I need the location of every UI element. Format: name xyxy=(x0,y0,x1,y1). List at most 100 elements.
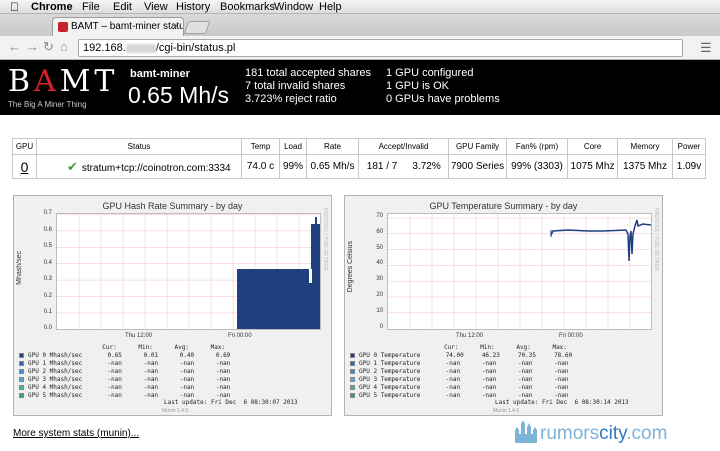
y-tick: 40 xyxy=(376,260,383,266)
wrench-menu-icon[interactable]: ☰ xyxy=(700,40,712,56)
cell-temp: 74.0 c xyxy=(241,154,280,179)
legend-swatch xyxy=(19,369,24,374)
more-system-stats-link[interactable]: More system stats (munin)... xyxy=(13,428,139,439)
legend-swatch xyxy=(350,393,355,398)
bamt-favicon-icon xyxy=(58,22,68,32)
x-tick: Fri 00:00 xyxy=(228,333,252,339)
x-tick: Thu 12:00 xyxy=(456,333,484,339)
cell-power: 1.09v xyxy=(672,154,706,179)
apple-icon[interactable]:  xyxy=(10,0,19,14)
x-tick: Fri 00:00 xyxy=(559,333,583,339)
url-redacted xyxy=(125,43,156,53)
hostname: bamt-miner xyxy=(130,68,190,80)
hashrate-plot-svg xyxy=(57,214,320,329)
y-tick: 0.2 xyxy=(43,293,52,299)
col-accept: Accept/Invalid xyxy=(358,138,449,155)
menu-history[interactable]: History xyxy=(176,0,210,14)
menu-help[interactable]: Help xyxy=(319,0,342,14)
tab-title: BAMT – bamt-miner status xyxy=(71,21,184,32)
address-bar[interactable]: 192.168. /cgi-bin/status.pl xyxy=(78,39,683,57)
pool-url: stratum+tcp://coinotron.com:3334 xyxy=(81,162,231,174)
y-tick: 60 xyxy=(376,229,383,235)
temperature-graph[interactable]: GPU Temperature Summary - by day RRDTOOL… xyxy=(344,195,663,416)
col-memory: Memory xyxy=(617,138,673,155)
cell-accept: 181 / 7 xyxy=(358,154,406,179)
col-power: Power xyxy=(672,138,706,155)
y-tick: 0.6 xyxy=(43,227,52,233)
rrdtool-credit: RRDTOOL / TOBI OETIKER xyxy=(653,208,659,272)
browser-toolbar: ← → ↻ ⌂ 192.168. /cgi-bin/status.pl ☰ xyxy=(0,36,720,60)
y-tick: 0.4 xyxy=(43,260,52,266)
y-tick: 20 xyxy=(376,292,383,298)
total-hashrate: 0.65 Mh/s xyxy=(128,82,229,108)
legend-row: GPU 1 Temperature -nan -nan -nan -nan xyxy=(359,360,569,367)
legend-swatch xyxy=(19,385,24,390)
legend-swatch xyxy=(350,353,355,358)
menu-view[interactable]: View xyxy=(144,0,168,14)
last-update: Last update: Fri Dec 6 08:30:14 2013 xyxy=(495,399,629,406)
legend-swatch xyxy=(19,393,24,398)
status-ok-check-icon: ✔ xyxy=(67,158,78,174)
graph-title: GPU Temperature Summary - by day xyxy=(429,201,578,211)
menu-bookmarks[interactable]: Bookmarks xyxy=(220,0,275,14)
col-rate: Rate xyxy=(306,138,359,155)
gpus-configured: 1 GPU configured xyxy=(386,67,474,79)
y-tick: 30 xyxy=(376,276,383,282)
url-suffix: /cgi-bin/status.pl xyxy=(155,42,236,54)
new-tab-button[interactable] xyxy=(183,21,211,34)
y-axis-label: Mhash/sec xyxy=(16,251,23,285)
legend-header: Cur: Min: Avg: Max: xyxy=(361,344,567,351)
reject-ratio: 3.723% reject ratio xyxy=(245,93,337,105)
legend-row: GPU 0 Mhash/sec 0.65 0.01 0.40 0.69 xyxy=(28,352,231,359)
y-axis-label: Degrees Celsius xyxy=(347,241,354,293)
legend-header: Cur: Min: Avg: Max: xyxy=(30,344,226,351)
home-icon[interactable]: ⌂ xyxy=(60,40,68,54)
rumorscity-castle-icon xyxy=(515,420,537,443)
legend-swatch xyxy=(350,377,355,382)
legend-row: GPU 1 Mhash/sec -nan -nan -nan -nan xyxy=(28,360,231,367)
hashrate-area xyxy=(315,217,317,225)
bamt-header: BAMT The Big A Miner Thing bamt-miner 0.… xyxy=(0,60,720,115)
menu-file[interactable]: File xyxy=(82,0,100,14)
plot-area xyxy=(56,213,321,330)
x-tick: Thu 12:00 xyxy=(125,333,153,339)
legend-swatch xyxy=(350,385,355,390)
plot-area xyxy=(387,213,652,330)
legend-row: GPU 4 Mhash/sec -nan -nan -nan -nan xyxy=(28,384,231,391)
menu-chrome[interactable]: Chrome xyxy=(31,0,73,14)
hashrate-area xyxy=(311,224,320,329)
bamt-logo: BAMT xyxy=(8,64,119,99)
y-tick: 50 xyxy=(376,245,383,251)
hashrate-graph[interactable]: GPU Hash Rate Summary - by day RRDTOOL /… xyxy=(13,195,332,416)
table-row: 0 ✔ stratum+tcp://coinotron.com:3334 74.0… xyxy=(12,154,706,179)
gpu-status-table: GPU Status Temp Load Rate Accept/Invalid… xyxy=(12,138,706,179)
invalid-shares: 7 total invalid shares xyxy=(245,80,346,92)
gpu-0-link[interactable]: 0 xyxy=(21,159,29,175)
gpus-problems: 0 GPUs have problems xyxy=(386,93,500,105)
y-tick: 0.7 xyxy=(43,210,52,216)
menu-edit[interactable]: Edit xyxy=(113,0,132,14)
gpus-ok: 1 GPU is OK xyxy=(386,80,449,92)
menu-window[interactable]: Window xyxy=(274,0,313,14)
col-core: Core xyxy=(567,138,618,155)
close-tab-icon[interactable]: × xyxy=(173,18,179,36)
legend-row: GPU 3 Mhash/sec -nan -nan -nan -nan xyxy=(28,376,231,383)
browser-tab[interactable]: BAMT – bamt-miner status × xyxy=(52,17,184,36)
legend-row: GPU 2 Temperature -nan -nan -nan -nan xyxy=(359,368,569,375)
y-tick: 0.3 xyxy=(43,276,52,282)
cell-fan: 99% (3303) xyxy=(506,154,568,179)
cell-memory: 1375 Mhz xyxy=(617,154,673,179)
graph-title: GPU Hash Rate Summary - by day xyxy=(102,201,243,211)
back-arrow-icon[interactable]: ← xyxy=(8,40,21,54)
col-fan: Fan% (rpm) xyxy=(506,138,568,155)
reload-icon[interactable]: ↻ xyxy=(43,40,54,54)
forward-arrow-icon[interactable]: → xyxy=(26,40,39,54)
y-tick: 0.0 xyxy=(43,325,52,331)
cell-rate: 0.65 Mh/s xyxy=(306,154,359,179)
legend-row: GPU 5 Mhash/sec -nan -nan -nan -nan xyxy=(28,392,231,399)
y-tick: 0.1 xyxy=(43,309,52,315)
temperature-series-line xyxy=(550,219,652,262)
legend-swatch xyxy=(19,377,24,382)
legend-row: GPU 3 Temperature -nan -nan -nan -nan xyxy=(359,376,569,383)
col-family: GPU Family xyxy=(448,138,507,155)
